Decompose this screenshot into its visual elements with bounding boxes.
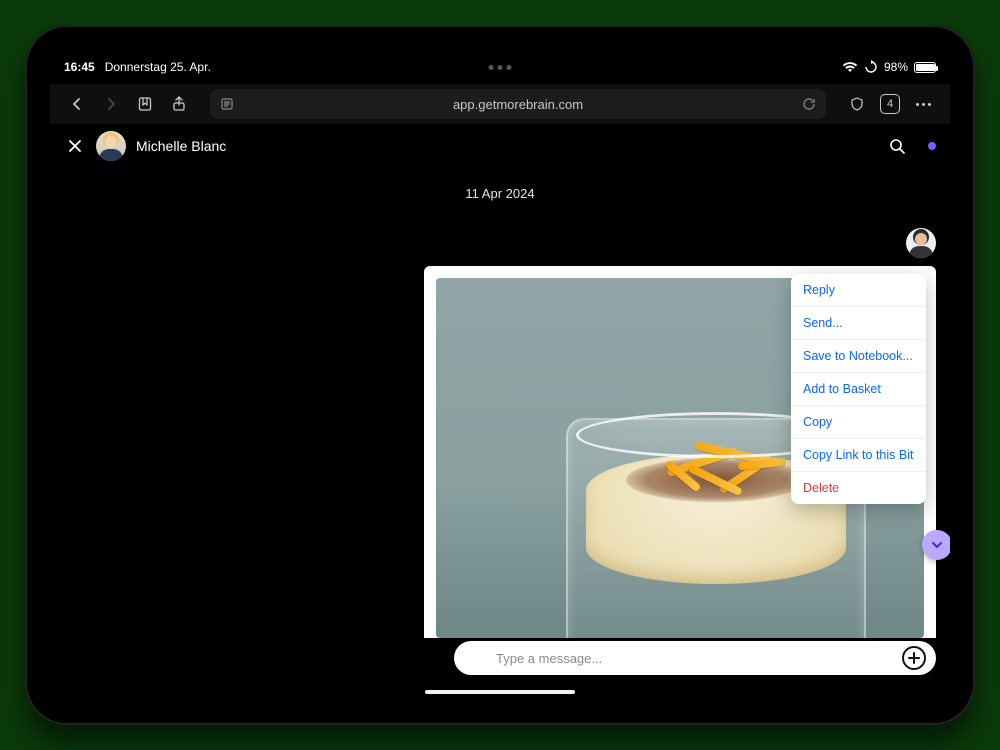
context-menu-item[interactable]: Save to Notebook... <box>791 340 926 373</box>
share-button[interactable] <box>168 93 190 115</box>
reload-button[interactable] <box>802 97 816 111</box>
status-right: 98% <box>842 60 936 74</box>
multitask-dots-icon[interactable] <box>489 65 512 70</box>
search-button[interactable] <box>886 135 908 157</box>
conversation-area[interactable]: 11 Apr 2024 <box>50 168 950 638</box>
status-left: 16:45 Donnerstag 25. Apr. <box>64 60 211 74</box>
bookmarks-button[interactable] <box>134 93 156 115</box>
home-indicator[interactable] <box>425 690 575 694</box>
contact-name: Michelle Blanc <box>136 138 226 154</box>
battery-icon <box>914 62 936 73</box>
message-input[interactable] <box>496 651 797 666</box>
context-menu-item[interactable]: Send... <box>791 307 926 340</box>
tablet-frame: 16:45 Donnerstag 25. Apr. 98% <box>25 25 975 725</box>
browser-toolbar: app.getmorebrain.com 4 <box>50 84 950 124</box>
sender-avatar[interactable] <box>906 228 936 258</box>
presence-indicator <box>928 142 936 150</box>
close-button[interactable] <box>64 135 86 157</box>
composer-bar[interactable] <box>454 641 936 675</box>
shields-icon[interactable] <box>846 93 868 115</box>
context-menu-item[interactable]: Copy <box>791 406 926 439</box>
forward-button[interactable] <box>100 93 122 115</box>
chat-header: Michelle Blanc <box>50 124 950 168</box>
context-menu-item[interactable]: Reply <box>791 274 926 307</box>
status-time: 16:45 <box>64 60 95 74</box>
address-text: app.getmorebrain.com <box>453 97 583 112</box>
browser-menu-button[interactable] <box>912 93 934 115</box>
battery-percent: 98% <box>884 60 908 74</box>
address-bar[interactable]: app.getmorebrain.com <box>210 89 826 119</box>
reader-mode-icon[interactable] <box>220 97 234 111</box>
context-menu-item[interactable]: Delete <box>791 472 926 504</box>
ios-status-bar: 16:45 Donnerstag 25. Apr. 98% <box>50 50 950 84</box>
scroll-to-bottom-button[interactable] <box>922 530 950 560</box>
context-menu: ReplySend...Save to Notebook...Add to Ba… <box>791 274 926 504</box>
attach-button[interactable] <box>902 646 926 670</box>
tab-count: 4 <box>887 98 893 110</box>
contact-avatar[interactable] <box>96 131 126 161</box>
status-date: Donnerstag 25. Apr. <box>105 60 211 74</box>
date-separator: 11 Apr 2024 <box>50 168 950 215</box>
sync-icon <box>864 60 878 74</box>
back-button[interactable] <box>66 93 88 115</box>
context-menu-item[interactable]: Copy Link to this Bit <box>791 439 926 472</box>
tabs-button[interactable]: 4 <box>880 94 900 114</box>
context-menu-item[interactable]: Add to Basket <box>791 373 926 406</box>
wifi-icon <box>842 61 858 73</box>
screen: 16:45 Donnerstag 25. Apr. 98% <box>50 50 950 700</box>
composer <box>50 638 950 678</box>
